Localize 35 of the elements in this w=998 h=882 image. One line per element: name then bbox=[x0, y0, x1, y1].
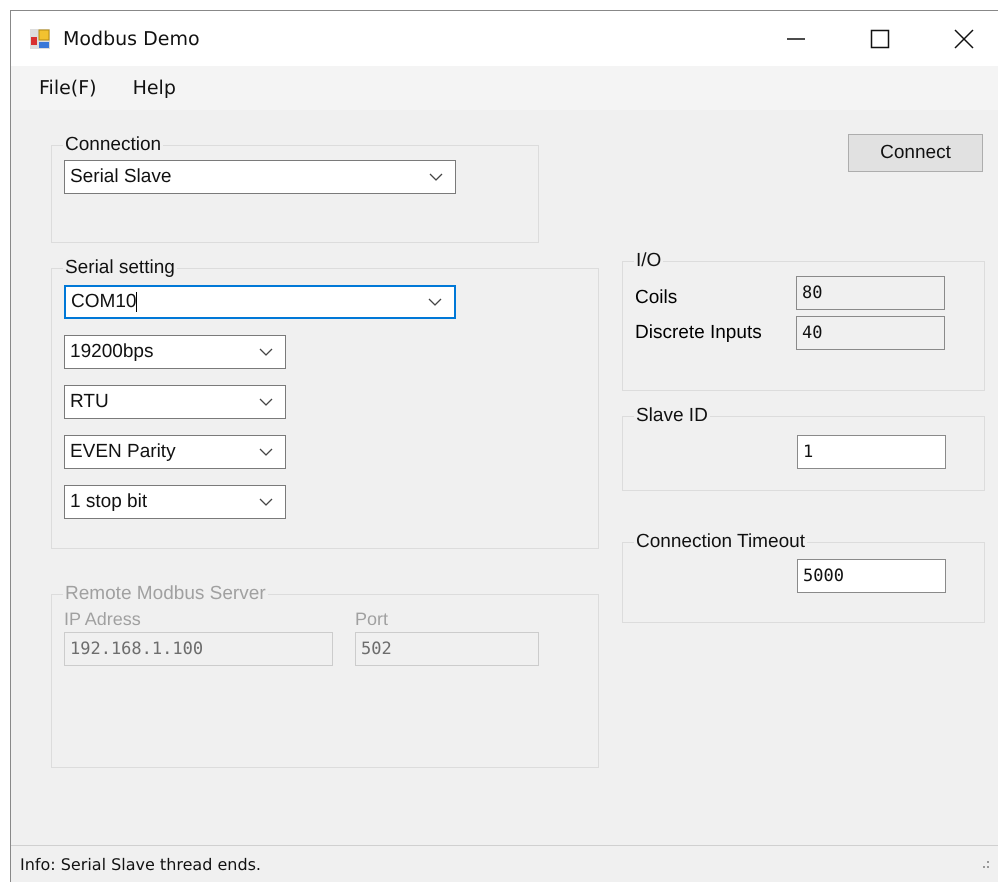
field-label: IP Adress bbox=[64, 609, 142, 630]
field-label: Coils bbox=[635, 286, 678, 309]
dropdown[interactable]: 1 stop bit bbox=[64, 485, 286, 519]
chevron-down-icon bbox=[259, 448, 273, 456]
status-text: Info: Serial Slave thread ends. bbox=[20, 854, 262, 874]
input-field[interactable]: 80 bbox=[796, 276, 945, 310]
chevron-down-icon bbox=[259, 348, 273, 356]
menu-item[interactable]: File(F) bbox=[39, 77, 97, 99]
dropdown[interactable]: RTU bbox=[64, 385, 286, 419]
dropdown[interactable]: Serial Slave bbox=[64, 160, 456, 194]
group-title: I/O bbox=[635, 250, 662, 272]
input-field[interactable]: 1 bbox=[797, 435, 946, 469]
group-title: Connection bbox=[64, 134, 162, 156]
dropdown[interactable]: EVEN Parity bbox=[64, 435, 286, 469]
dropdown[interactable]: COM10 bbox=[64, 285, 456, 319]
menu-item[interactable]: Help bbox=[132, 77, 176, 99]
window-title: Modbus Demo bbox=[63, 28, 200, 50]
input-field[interactable]: 40 bbox=[796, 316, 945, 350]
app-icon bbox=[29, 28, 51, 50]
close-icon[interactable] bbox=[954, 28, 974, 48]
chevron-down-icon bbox=[428, 298, 442, 306]
group-title: Remote Modbus Server bbox=[64, 583, 267, 605]
chevron-down-icon bbox=[259, 498, 273, 506]
maximize-icon[interactable] bbox=[870, 28, 890, 48]
resize-grip-icon bbox=[982, 859, 990, 869]
chevron-down-icon bbox=[259, 398, 273, 406]
group-title: Slave ID bbox=[635, 405, 709, 427]
input-field[interactable]: 5000 bbox=[797, 559, 946, 593]
field-label: Discrete Inputs bbox=[635, 322, 763, 344]
field-label: Port bbox=[355, 609, 390, 630]
chevron-down-icon bbox=[429, 173, 443, 181]
group-title: Serial setting bbox=[64, 257, 176, 279]
connect-button[interactable]: Connect bbox=[848, 134, 983, 172]
group-title: Connection Timeout bbox=[635, 531, 806, 553]
dropdown[interactable]: 19200bps bbox=[64, 335, 286, 369]
